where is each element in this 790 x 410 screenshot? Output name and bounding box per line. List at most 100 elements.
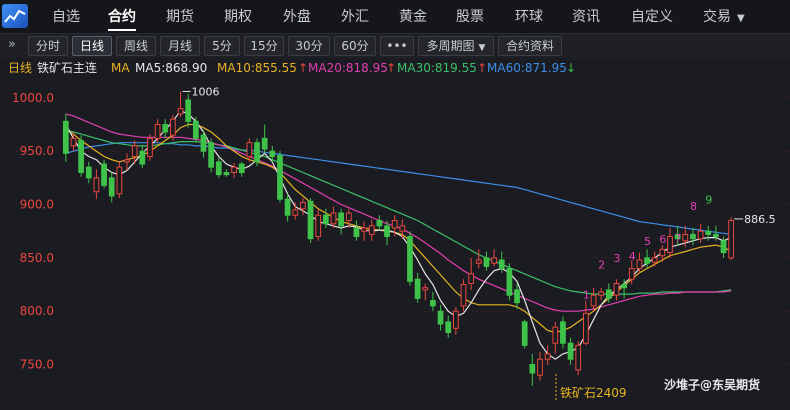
candle[interactable] — [101, 159, 107, 189]
candle[interactable] — [644, 249, 650, 269]
nav-item-trade[interactable]: 交易 ▼ — [703, 0, 745, 34]
candle[interactable] — [208, 138, 215, 173]
multi-period-chart-dropdown[interactable]: 多周期图 ▼ — [418, 36, 494, 56]
candle[interactable] — [261, 124, 268, 154]
period-button-daily[interactable]: 日线 — [72, 36, 112, 56]
candle[interactable] — [215, 157, 222, 178]
app-logo-icon[interactable] — [2, 4, 28, 28]
candle[interactable] — [445, 315, 452, 338]
nav-item-watchlist[interactable]: 自选 — [52, 0, 80, 34]
nav-item-global[interactable]: 环球 — [515, 0, 543, 34]
candle[interactable] — [108, 172, 115, 203]
candle[interactable] — [330, 206, 337, 228]
candle[interactable] — [368, 219, 375, 241]
candle[interactable] — [254, 138, 260, 167]
candle[interactable] — [147, 134, 153, 161]
candle[interactable] — [139, 144, 146, 169]
candle[interactable] — [353, 220, 360, 241]
period-button-5min[interactable]: 5分 — [204, 36, 240, 56]
candle[interactable] — [613, 279, 620, 301]
candle[interactable] — [422, 283, 429, 301]
contract-info-button[interactable]: 合约资料 — [498, 36, 562, 56]
more-periods-button[interactable]: ••• — [380, 36, 414, 56]
candle[interactable] — [177, 91, 184, 118]
nav-item-custom[interactable]: 自定义 — [631, 0, 673, 34]
nav-item-news[interactable]: 资讯 — [572, 0, 600, 34]
candle[interactable] — [162, 119, 169, 139]
nav-item-forex[interactable]: 外汇 — [341, 0, 369, 34]
period-button-15min[interactable]: 15分 — [244, 36, 284, 56]
candle[interactable] — [246, 138, 253, 162]
candle[interactable] — [231, 162, 237, 178]
candle[interactable] — [544, 345, 551, 365]
candle[interactable] — [116, 161, 123, 199]
candle[interactable] — [376, 215, 383, 231]
candle[interactable] — [223, 169, 230, 177]
nav-item-options[interactable]: 期权 — [224, 0, 252, 34]
candle[interactable] — [345, 208, 352, 228]
candle[interactable] — [238, 161, 245, 177]
candle[interactable] — [575, 341, 582, 376]
period-button-timeshare[interactable]: 分时 — [28, 36, 68, 56]
candle[interactable] — [705, 225, 712, 241]
candle[interactable] — [651, 251, 658, 267]
candle[interactable] — [667, 228, 673, 258]
candle[interactable] — [483, 251, 490, 271]
candle[interactable] — [529, 353, 536, 386]
candle[interactable] — [560, 316, 566, 349]
candle[interactable] — [552, 321, 559, 354]
candle[interactable] — [460, 279, 467, 312]
candle[interactable] — [598, 287, 605, 301]
nav-item-stocks[interactable]: 股票 — [456, 0, 484, 34]
candle[interactable] — [307, 198, 314, 243]
candle[interactable] — [690, 228, 696, 246]
candle-body — [124, 159, 130, 163]
expand-icon[interactable]: » — [8, 37, 16, 52]
candle[interactable] — [192, 117, 199, 143]
nav-item-contract[interactable]: 合约 — [108, 0, 136, 34]
candle[interactable] — [514, 283, 520, 310]
candle[interactable] — [430, 292, 436, 312]
chevron-down-icon: ▼ — [478, 43, 486, 53]
candle[interactable] — [284, 193, 291, 222]
period-button-weekly[interactable]: 周线 — [116, 36, 156, 56]
candle[interactable] — [277, 151, 283, 203]
candle[interactable] — [506, 263, 513, 301]
candle[interactable] — [78, 135, 84, 177]
candle[interactable] — [475, 249, 482, 269]
candle[interactable] — [315, 209, 322, 241]
candle[interactable] — [521, 319, 528, 349]
candle[interactable] — [728, 217, 735, 260]
period-button-60min[interactable]: 60分 — [334, 36, 376, 56]
candle[interactable] — [567, 337, 574, 365]
candlestick-chart[interactable]: 1000.0 950.0 900.0 850.0 800.0 750.0 1006 886.… — [0, 78, 790, 410]
candle[interactable] — [361, 221, 367, 241]
candle-body — [659, 248, 666, 257]
candle[interactable] — [62, 113, 69, 162]
candle-body — [567, 342, 574, 360]
candle[interactable] — [697, 223, 704, 243]
period-button-monthly[interactable]: 月线 — [160, 36, 200, 56]
candle[interactable] — [452, 306, 459, 335]
nav-item-futures[interactable]: 期货 — [166, 0, 194, 34]
candles[interactable] — [62, 91, 735, 386]
nav-item-foreign-market[interactable]: 外盘 — [283, 0, 311, 34]
candle[interactable] — [437, 304, 444, 331]
candle[interactable] — [338, 208, 345, 235]
nav-item-gold[interactable]: 黄金 — [399, 0, 427, 34]
candle[interactable] — [582, 300, 589, 346]
candle[interactable] — [590, 287, 597, 312]
period-button-30min[interactable]: 30分 — [288, 36, 330, 56]
candle[interactable] — [468, 257, 475, 290]
candle[interactable] — [154, 119, 161, 143]
candle[interactable] — [537, 351, 543, 381]
candle[interactable] — [93, 169, 100, 200]
candle[interactable] — [300, 198, 306, 216]
candle[interactable] — [185, 93, 192, 128]
candle[interactable] — [407, 231, 413, 286]
candle-body — [437, 310, 444, 325]
period-label: 日线 — [8, 61, 33, 75]
candle[interactable] — [85, 161, 92, 184]
candle[interactable] — [414, 272, 421, 303]
candle[interactable] — [491, 249, 497, 267]
